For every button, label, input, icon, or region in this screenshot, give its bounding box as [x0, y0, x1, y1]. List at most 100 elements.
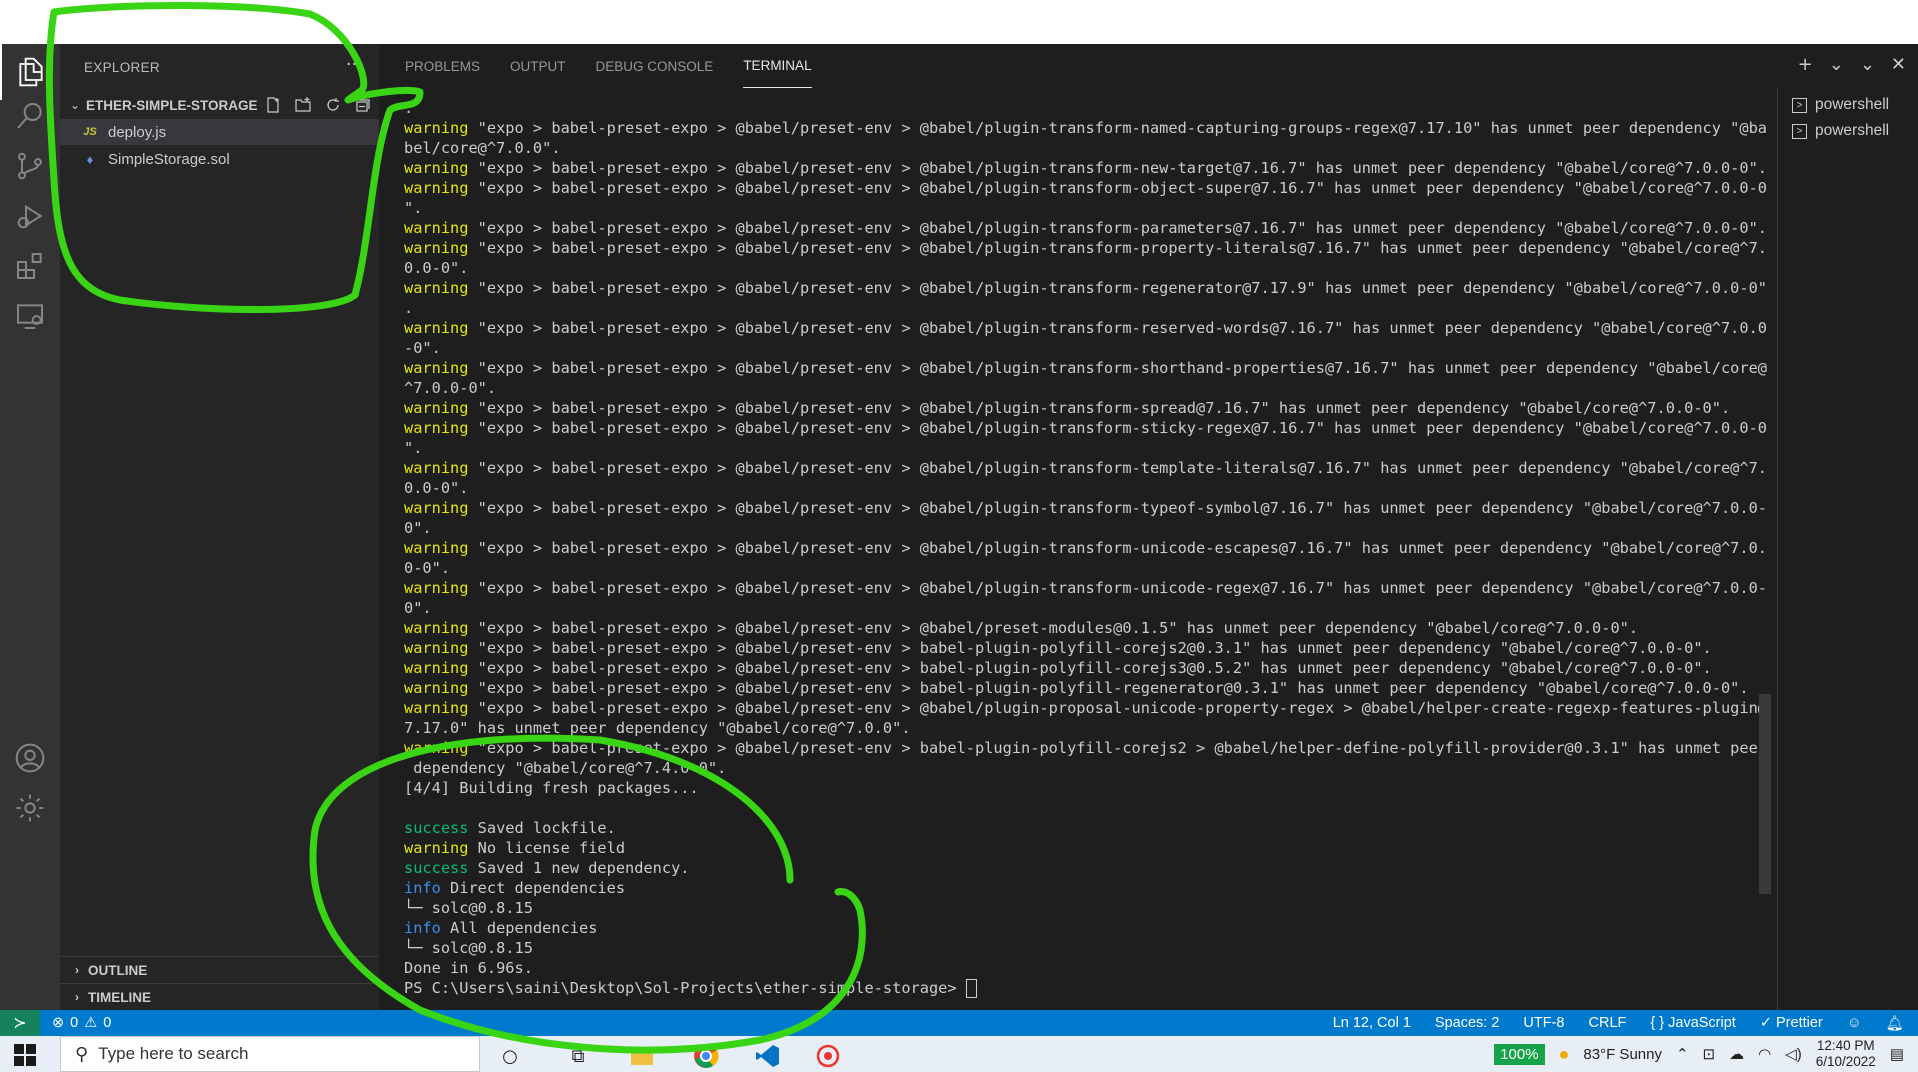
weather-sun-icon: ●	[1558, 1043, 1570, 1064]
cortana-icon[interactable]: ○	[496, 1042, 524, 1070]
log-text: Saved 1 new dependency.	[468, 859, 690, 877]
log-text: 0".	[404, 599, 432, 617]
outline-section[interactable]: › OUTLINE	[60, 956, 379, 983]
run-debug-icon[interactable]	[0, 188, 60, 244]
terminal-icon: >	[1792, 123, 1807, 139]
weather[interactable]: 83°F Sunny	[1583, 1046, 1662, 1063]
solidity-file-icon: ♦	[86, 151, 94, 167]
log-text: dependency "@babel/core@^7.4.0-0".	[404, 759, 727, 777]
tray-apps-icon[interactable]: ⊡	[1703, 1045, 1716, 1063]
cursor-position[interactable]: Ln 12, Col 1	[1333, 1015, 1411, 1031]
extensions-icon[interactable]	[0, 238, 60, 294]
vscode-icon[interactable]	[754, 1042, 782, 1070]
terminal-line: warning "expo > babel-preset-expo > @bab…	[404, 618, 1918, 638]
terminal-line: warning "expo > babel-preset-expo > @bab…	[404, 698, 1918, 718]
onedrive-cloud-icon[interactable]: ☁	[1729, 1045, 1744, 1063]
notifications-bell-icon[interactable]: 🔔︎	[1886, 1015, 1904, 1032]
terminal-item[interactable]: > powershell	[1792, 92, 1889, 118]
terminal-line: 0".	[404, 518, 1918, 538]
close-panel-icon[interactable]: ✕	[1891, 54, 1906, 75]
terminal-dropdown-icon[interactable]: ⌄	[1829, 54, 1844, 75]
log-level-label: warning	[404, 679, 469, 697]
tray-chevron-up-icon[interactable]: ⌃	[1676, 1045, 1689, 1063]
prettier-status[interactable]: ✓ Prettier	[1760, 1015, 1823, 1031]
app-icon[interactable]	[814, 1042, 842, 1070]
file-item-deploy-js[interactable]: JS deploy.js	[60, 119, 379, 145]
terminal-line: bel/core@^7.0.0".	[404, 138, 1918, 158]
remote-indicator-icon[interactable]: ≻	[0, 1010, 40, 1036]
javascript-file-icon: JS	[83, 126, 97, 138]
tab-output[interactable]: OUTPUT	[510, 44, 566, 88]
taskbar-search[interactable]: ⚲ Type here to search	[60, 1036, 480, 1072]
activity-bar	[0, 44, 60, 1010]
indentation[interactable]: Spaces: 2	[1435, 1015, 1500, 1031]
feedback-icon[interactable]: ☺	[1847, 1015, 1862, 1031]
file-explorer-icon[interactable]	[628, 1042, 656, 1070]
warning-count: 0	[103, 1015, 112, 1031]
terminal-line: .	[404, 98, 1918, 118]
search-icon[interactable]	[0, 88, 60, 144]
tab-terminal[interactable]: TERMINAL	[743, 44, 812, 88]
wifi-icon[interactable]: ◠	[1758, 1045, 1771, 1063]
line-ending[interactable]: CRLF	[1589, 1015, 1627, 1031]
log-level-label: warning	[404, 639, 469, 657]
new-folder-icon[interactable]	[293, 95, 313, 115]
settings-gear-icon[interactable]	[0, 780, 60, 836]
log-text: "expo > babel-preset-expo > @babel/prese…	[468, 279, 1768, 297]
search-icon: ⚲	[75, 1043, 89, 1065]
terminal-line: PS C:\Users\saini\Desktop\Sol-Projects\e…	[404, 978, 1918, 998]
new-terminal-icon[interactable]: +	[1798, 54, 1813, 75]
explorer-sidebar: EXPLORER ··· ⌄ ETHER-SIMPLE-STORAGE JS d…	[60, 44, 379, 1010]
terminal-line: info Direct dependencies	[404, 878, 1918, 898]
volume-icon[interactable]: ◁)	[1785, 1045, 1802, 1063]
terminal-line: warning "expo > babel-preset-expo > @bab…	[404, 538, 1918, 558]
more-actions-icon[interactable]: ···	[346, 54, 363, 75]
log-level-label: warning	[404, 399, 469, 417]
folder-header[interactable]: ⌄ ETHER-SIMPLE-STORAGE	[60, 92, 379, 118]
log-text: ".	[404, 199, 423, 217]
terminal-line: 0".	[404, 598, 1918, 618]
log-text: "expo > babel-preset-expo > @babel/prese…	[468, 239, 1768, 257]
log-text: Done in 6.96s.	[404, 959, 533, 977]
terminal-item[interactable]: > powershell	[1792, 118, 1889, 144]
log-text: "expo > babel-preset-expo > @babel/prese…	[468, 419, 1768, 437]
explorer-title: EXPLORER	[84, 60, 160, 75]
source-control-icon[interactable]	[0, 138, 60, 194]
battery-level[interactable]: 100%	[1494, 1043, 1545, 1065]
log-text: 0-0".	[404, 559, 451, 577]
log-text: "expo > babel-preset-expo > @babel/prese…	[468, 159, 1768, 177]
chrome-icon[interactable]	[692, 1042, 720, 1070]
log-text: -0".	[404, 339, 441, 357]
refresh-icon[interactable]	[323, 95, 343, 115]
maximize-panel-icon[interactable]: ⌄	[1860, 54, 1875, 75]
language-mode[interactable]: { } JavaScript	[1650, 1015, 1735, 1031]
encoding[interactable]: UTF-8	[1523, 1015, 1564, 1031]
accounts-icon[interactable]	[0, 730, 60, 786]
log-level-label: warning	[404, 839, 469, 857]
timeline-section[interactable]: › TIMELINE	[60, 983, 379, 1010]
problems-status[interactable]: ⊗ 0 ⚠ 0	[52, 1010, 111, 1036]
terminal-output[interactable]: . warning "expo > babel-preset-expo > @ba…	[404, 98, 1918, 998]
windows-start-icon[interactable]	[14, 1044, 36, 1066]
terminal-scrollbar[interactable]	[1759, 694, 1771, 894]
task-view-icon[interactable]: ⧉	[564, 1042, 592, 1070]
error-icon: ⊗	[52, 1015, 65, 1031]
log-text: "expo > babel-preset-expo > @babel/prese…	[468, 219, 1768, 237]
terminal-cursor	[965, 979, 977, 998]
collapse-all-icon[interactable]	[353, 95, 373, 115]
tab-problems[interactable]: PROBLEMS	[405, 44, 480, 88]
notification-center-icon[interactable]: ▤	[1890, 1045, 1904, 1063]
new-file-icon[interactable]	[263, 95, 283, 115]
log-text: "expo > babel-preset-expo > @babel/prese…	[468, 539, 1768, 557]
file-item-simplestorage-sol[interactable]: ♦ SimpleStorage.sol	[60, 146, 379, 172]
log-level-label: warning	[404, 539, 469, 557]
remote-explorer-icon[interactable]	[0, 288, 60, 344]
terminal-line: warning "expo > babel-preset-expo > @bab…	[404, 318, 1918, 338]
log-text: 0.0-0".	[404, 479, 469, 497]
terminal-line: [4/4] Building fresh packages...	[404, 778, 1918, 798]
tab-debug-console[interactable]: DEBUG CONSOLE	[596, 44, 714, 88]
clock[interactable]: 12:40 PM 6/10/2022	[1816, 1038, 1876, 1070]
terminal-line: 0.0-0".	[404, 478, 1918, 498]
terminal-line: 0-0".	[404, 558, 1918, 578]
terminal-line: warning "expo > babel-preset-expo > @bab…	[404, 578, 1918, 598]
